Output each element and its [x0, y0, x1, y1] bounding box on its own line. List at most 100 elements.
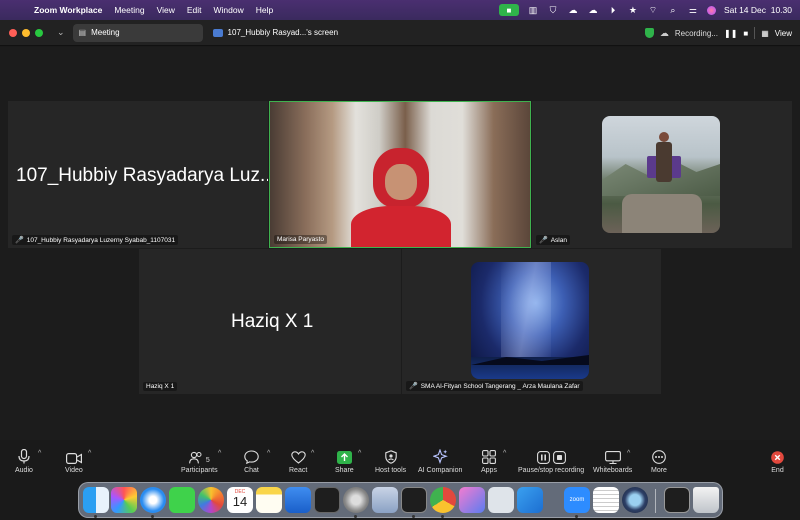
share-screen-icon: [336, 451, 352, 464]
zoom-window-titlebar: ⌄ ▤ Meeting 107_Hubbiy Rasyad...'s scree…: [0, 20, 800, 46]
recording-status: Recording...: [674, 28, 718, 38]
zoom-camera-status-icon[interactable]: ■: [498, 4, 519, 16]
chat-options-caret[interactable]: ^: [267, 450, 270, 457]
participant-tile-sma-al-fityan[interactable]: 🎤 SMA Al-Fityan School Tangerang _ Arza …: [402, 249, 661, 394]
chevron-down-icon[interactable]: ⌄: [57, 27, 65, 38]
apps-icon: [482, 450, 496, 464]
siri-icon[interactable]: [706, 5, 716, 15]
react-options-caret[interactable]: ^: [311, 450, 314, 457]
finder-icon[interactable]: [83, 487, 109, 513]
notes-icon[interactable]: [256, 487, 282, 513]
trash-icon[interactable]: [693, 487, 719, 513]
zoom-window-button[interactable]: [35, 28, 43, 37]
roblox-icon[interactable]: [488, 487, 514, 513]
stop-recording-icon[interactable]: ■: [743, 29, 748, 38]
shared-screen-icon: [212, 28, 223, 37]
dock-separator: [655, 489, 656, 513]
control-center-icon[interactable]: ⚌: [687, 5, 699, 15]
textedit-icon[interactable]: [593, 487, 619, 513]
zoom-app-icon[interactable]: zoom: [564, 487, 590, 513]
chat-button[interactable]: Chat: [244, 448, 259, 474]
participant-name: Aslan: [550, 236, 567, 244]
upload-icon[interactable]: ☁: [567, 5, 579, 15]
menu-view[interactable]: View: [157, 5, 175, 15]
participant-name: Marisa Paryasto: [277, 236, 324, 243]
tab-shared-screen[interactable]: 107_Hubbiy Rasyad...'s screen: [212, 28, 338, 37]
close-window-button[interactable]: [9, 28, 17, 37]
activity-monitor-icon[interactable]: [401, 487, 427, 513]
apps-button[interactable]: Apps: [481, 448, 497, 474]
react-button[interactable]: React: [289, 448, 307, 474]
participants-count: 5: [205, 457, 210, 464]
pause-stop-recording-button[interactable]: Pause/stop recording: [518, 448, 584, 474]
end-meeting-icon: [771, 451, 784, 464]
keynote-icon[interactable]: [285, 487, 311, 513]
participant-name: 107_Hubbiy Rasyadarya Luzerny Syabab_110…: [26, 236, 176, 244]
menu-help[interactable]: Help: [256, 5, 273, 15]
heart-icon: [290, 451, 306, 464]
minimize-window-button[interactable]: [22, 28, 30, 37]
titlebar-divider: [754, 27, 756, 39]
participants-icon: [188, 451, 202, 464]
participant-tile-haziq[interactable]: Haziq X 1 Haziq X 1: [139, 249, 401, 394]
participant-tile-marisa[interactable]: Marisa Paryasto: [269, 101, 531, 248]
more-label: More: [651, 467, 667, 474]
play-circle-icon[interactable]: ⏵: [607, 5, 619, 15]
menu-edit[interactable]: Edit: [187, 5, 202, 15]
safari-icon[interactable]: [140, 487, 166, 513]
meeting-controls-toolbar: Audio ^ Video ^ 5 Participants ^ Chat ^ …: [0, 440, 800, 480]
system-settings-icon[interactable]: [343, 487, 369, 513]
microphone-icon: [18, 449, 30, 464]
whiteboards-options-caret[interactable]: ^: [627, 450, 630, 457]
messages-icon[interactable]: [169, 487, 195, 513]
video-button[interactable]: Video: [65, 448, 83, 474]
macos-menu-bar: Zoom Workplace Meeting View Edit Window …: [0, 0, 800, 20]
tab-meeting[interactable]: ▤ Meeting: [72, 23, 203, 42]
pause-recording-label: Pause/stop recording: [518, 467, 585, 474]
menu-meeting[interactable]: Meeting: [114, 5, 144, 15]
participants-button[interactable]: 5 Participants: [181, 448, 218, 474]
quicktime-icon[interactable]: [622, 487, 648, 513]
menu-window[interactable]: Window: [214, 5, 244, 15]
preview-icon[interactable]: [372, 487, 398, 513]
participant-tile-aslan[interactable]: 🎤 Aslan: [532, 101, 792, 248]
spotlight-search-icon[interactable]: ⌕: [667, 5, 679, 15]
react-label: React: [289, 467, 308, 474]
wifi-icon[interactable]: ⌔: [647, 5, 659, 15]
pause-recording-icon[interactable]: ❚❚: [724, 29, 737, 38]
photos-icon[interactable]: [198, 487, 224, 513]
encryption-shield-icon[interactable]: [644, 28, 654, 38]
participant-video-person: [351, 144, 451, 247]
menu-app-name[interactable]: Zoom Workplace: [34, 5, 102, 15]
participants-options-caret[interactable]: ^: [218, 450, 221, 457]
menubar-clock[interactable]: Sat 14 Dec 10.30: [724, 5, 792, 15]
star-icon[interactable]: ★: [627, 5, 639, 15]
host-tools-button[interactable]: Host tools: [375, 448, 406, 474]
video-options-caret[interactable]: ^: [88, 450, 91, 457]
share-options-caret[interactable]: ^: [358, 450, 361, 457]
more-button[interactable]: More: [651, 448, 667, 474]
chat-icon: [244, 450, 259, 464]
launchpad-icon[interactable]: [111, 487, 137, 513]
cloud-icon[interactable]: ☁: [587, 5, 599, 15]
itunes-app-icon[interactable]: [459, 487, 485, 513]
participant-name-tag: 🎤 SMA Al-Fityan School Tangerang _ Arza …: [406, 381, 583, 391]
host-tools-label: Host tools: [375, 467, 407, 474]
view-layout-icon[interactable]: ▦: [761, 29, 769, 38]
view-button[interactable]: View: [775, 29, 792, 38]
calendar-icon[interactable]: DEC 14: [227, 487, 253, 513]
audio-button[interactable]: Audio: [15, 448, 33, 474]
roblox-studio-icon[interactable]: [517, 487, 543, 513]
audio-options-caret[interactable]: ^: [38, 450, 41, 457]
recent-window-thumbnail[interactable]: [664, 487, 690, 513]
apps-options-caret[interactable]: ^: [503, 450, 506, 457]
more-icon: [652, 450, 666, 464]
chrome-icon[interactable]: [430, 487, 456, 513]
ai-companion-button[interactable]: AI Companion: [418, 448, 462, 474]
window-layout-icon[interactable]: ▥: [527, 5, 539, 15]
shield-status-icon[interactable]: ⛉: [547, 5, 559, 15]
participant-tile-hubbiy[interactable]: 107_Hubbiy Rasyadarya Luz... 🎤 107_Hubbi…: [8, 101, 268, 248]
share-button[interactable]: Share: [335, 448, 354, 474]
end-meeting-button[interactable]: End: [771, 448, 784, 474]
terminal-icon[interactable]: [314, 487, 340, 513]
